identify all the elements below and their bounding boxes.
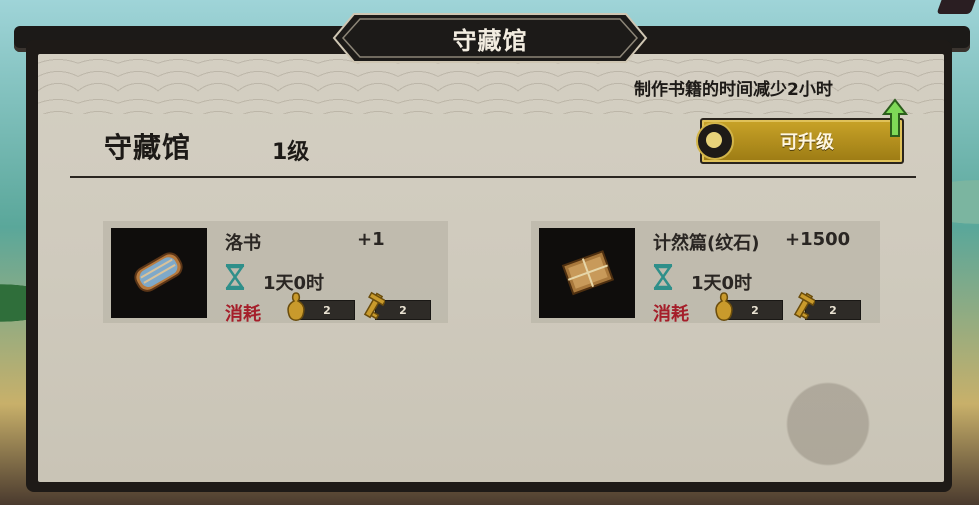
recipe-card[interactable]: 洛书 +1 1天0时 消耗 2 2 [103, 221, 448, 325]
window-title: 守藏馆 [452, 26, 528, 55]
header-divider [70, 176, 916, 178]
hourglass-icon [653, 264, 673, 290]
resource-amount: 2 [727, 300, 783, 320]
resource-amount: 2 [299, 300, 355, 320]
key-icon [793, 291, 815, 320]
bonus-description: 制作书籍的时间减少2小时 [634, 80, 833, 100]
upgrade-button[interactable]: 可升级 [696, 118, 904, 164]
gourd-icon [287, 292, 305, 321]
cost-label: 消耗 [225, 304, 261, 325]
upgrade-arrow-icon [882, 98, 908, 137]
scroll-bundle-icon [134, 252, 183, 292]
building-level: 1级 [272, 140, 310, 165]
cost-label: 消耗 [653, 304, 689, 325]
book-bundle-icon [561, 250, 615, 296]
item-quantity: +1 [357, 229, 385, 250]
gourd-icon [715, 292, 733, 321]
corner-decoration-icon [936, 0, 976, 14]
hourglass-icon [225, 264, 245, 290]
building-name: 守藏馆 [104, 131, 192, 164]
item-name: 计然篇(纹石) [653, 233, 760, 254]
recipe-card[interactable]: 计然篇(纹石) +1500 1天0时 消耗 2 2 [531, 221, 880, 325]
upgrade-button-label: 可升级 [780, 132, 834, 153]
item-quantity: +1500 [785, 229, 851, 250]
item-name: 洛书 [225, 233, 261, 254]
key-icon [363, 291, 385, 320]
title-plaque: 守藏馆 [332, 12, 648, 64]
item-thumbnail [111, 228, 207, 318]
item-thumbnail [539, 228, 635, 318]
